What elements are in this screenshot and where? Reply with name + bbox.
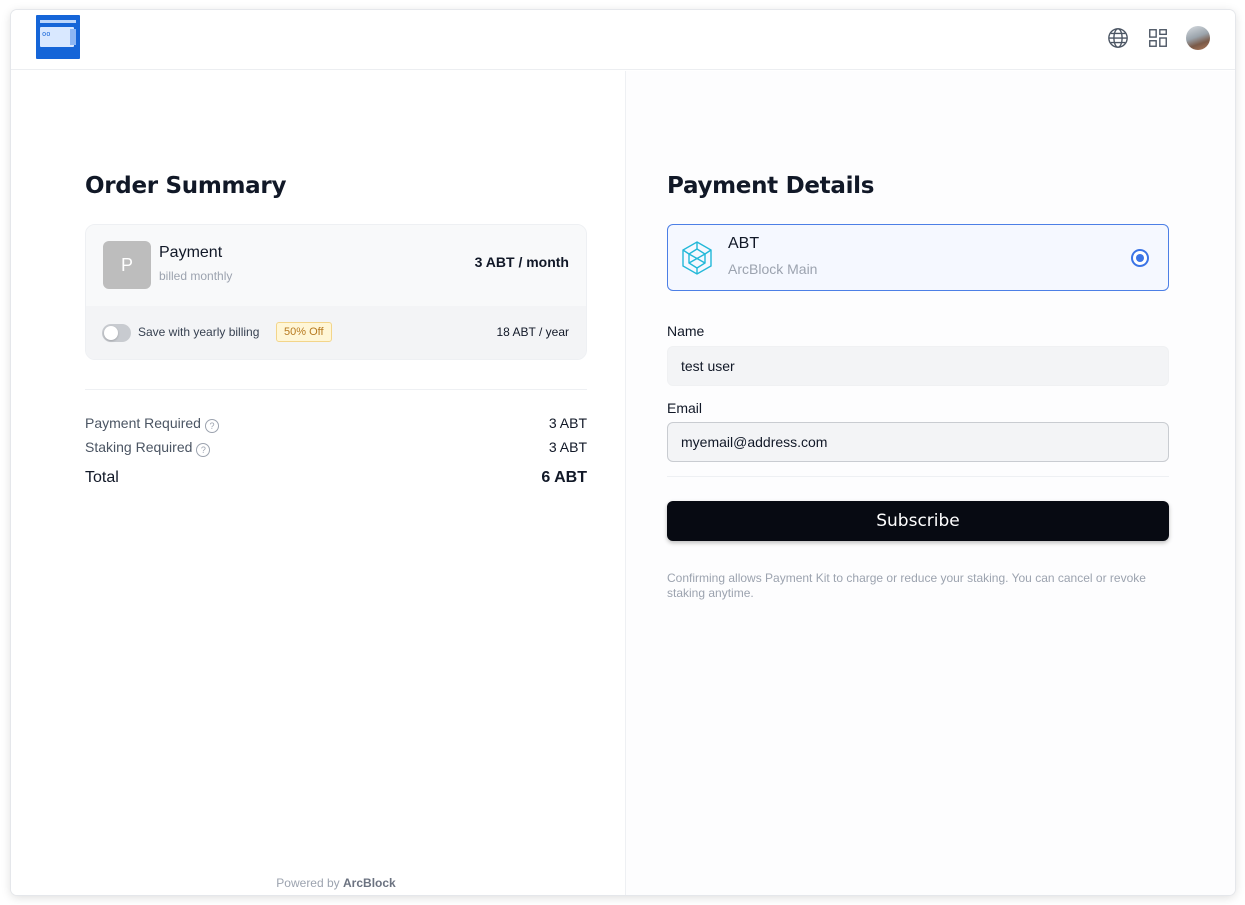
yearly-price: 18 ABT / year	[496, 325, 570, 339]
name-label: Name	[667, 323, 705, 339]
toggle-knob	[104, 326, 118, 340]
powered-by: Powered by ArcBlock	[11, 876, 661, 890]
total-value: 6 ABT	[541, 469, 587, 486]
product-price: 3 ABT / month	[474, 254, 569, 270]
email-input[interactable]	[667, 422, 1169, 462]
logo-bar	[40, 20, 76, 23]
payment-method-radio[interactable]	[1131, 249, 1149, 267]
product-name: Payment	[159, 244, 223, 261]
apps-grid-icon[interactable]	[1146, 26, 1170, 50]
payment-details-title: Payment Details	[667, 173, 875, 199]
app-window: oo Order Summary P Payment billed monthl…	[11, 10, 1235, 895]
email-label: Email	[667, 400, 703, 416]
subscription-disclaimer: Confirming allows Payment Kit to charge …	[667, 571, 1146, 600]
staking-required-row: Staking Required? 3 ABT	[85, 439, 587, 457]
globe-icon[interactable]	[1106, 26, 1130, 50]
product-avatar: P	[103, 241, 151, 289]
yearly-billing-label: Save with yearly billing	[138, 325, 260, 339]
payment-details-panel: Payment Details ABT ArcBlock Main Name E…	[626, 71, 1235, 895]
payment-required-label: Payment Required	[85, 415, 201, 431]
logo-window-side	[70, 29, 76, 45]
user-avatar[interactable]	[1186, 26, 1210, 50]
name-input[interactable]	[667, 346, 1169, 386]
product-billing: billed monthly	[159, 269, 233, 283]
staking-required-value: 3 ABT	[548, 439, 587, 455]
logo-glyph: oo	[42, 30, 51, 38]
powered-by-brand[interactable]: ArcBlock	[343, 876, 396, 890]
top-bar: oo	[11, 10, 1235, 70]
help-icon[interactable]: ?	[196, 443, 211, 457]
arcblock-logo-icon	[682, 241, 712, 275]
yearly-billing-row: Save with yearly billing 50% Off 18 ABT …	[86, 306, 586, 359]
payment-required-value: 3 ABT	[548, 415, 587, 431]
form-divider	[667, 476, 1169, 477]
help-icon[interactable]: ?	[204, 419, 219, 433]
product-card: P Payment billed monthly 3 ABT / month S…	[85, 224, 587, 360]
summary-divider	[85, 389, 587, 390]
staking-required-label: Staking Required	[85, 439, 193, 455]
yearly-billing-toggle[interactable]	[102, 324, 131, 342]
app-logo[interactable]: oo	[36, 15, 80, 59]
total-row: Total 6 ABT	[85, 469, 587, 487]
payment-method-network: ArcBlock Main	[728, 261, 818, 277]
subscribe-button[interactable]: Subscribe	[667, 501, 1169, 541]
powered-by-prefix: Powered by	[276, 876, 340, 890]
product-header: P Payment billed monthly 3 ABT / month	[86, 225, 586, 306]
order-summary-panel: Order Summary P Payment billed monthly 3…	[11, 71, 625, 895]
header-actions	[1106, 24, 1210, 52]
payment-required-row: Payment Required? 3 ABT	[85, 415, 587, 433]
payment-method-option[interactable]: ABT ArcBlock Main	[667, 224, 1169, 291]
total-label: Total	[85, 469, 119, 486]
discount-badge: 50% Off	[276, 322, 332, 342]
order-summary-title: Order Summary	[85, 173, 287, 199]
payment-method-name: ABT	[728, 235, 760, 252]
